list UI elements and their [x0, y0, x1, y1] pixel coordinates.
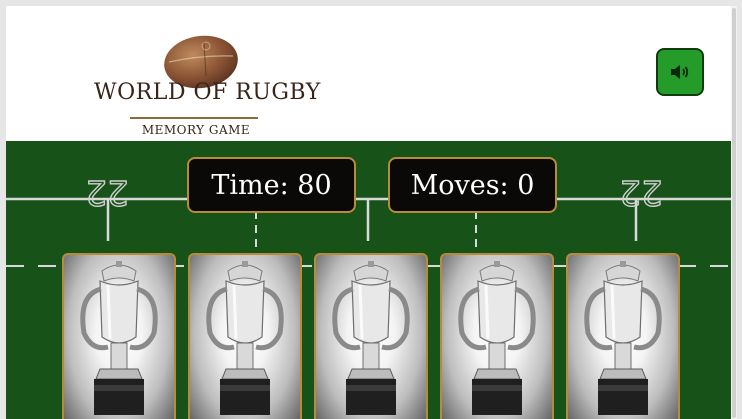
- memory-card[interactable]: [62, 253, 176, 419]
- sound-toggle-button[interactable]: [656, 48, 704, 96]
- memory-card[interactable]: [566, 253, 680, 419]
- header: WORLD OF RUGBY MEMORY GAME: [6, 6, 737, 141]
- trophy-icon: [206, 261, 284, 415]
- memory-card[interactable]: [188, 253, 302, 419]
- volume-icon: [671, 65, 689, 79]
- scrollbar[interactable]: [731, 6, 737, 419]
- moves-counter: Moves: 0: [388, 157, 557, 213]
- trophy-icon: [332, 261, 410, 415]
- field-marking-right: 22: [619, 172, 662, 212]
- field-marking-left: 22: [85, 172, 128, 212]
- logo-subtitle: MEMORY GAME: [141, 123, 251, 137]
- logo-divider: [130, 117, 258, 119]
- memory-card[interactable]: [440, 253, 554, 419]
- memory-card[interactable]: [314, 253, 428, 419]
- trophy-icon: [584, 261, 662, 415]
- timer-display: Time: 80: [187, 157, 356, 213]
- logo: WORLD OF RUGBY MEMORY GAME: [94, 22, 321, 140]
- scrollbar-thumb[interactable]: [732, 8, 736, 418]
- trophy-icon: [458, 261, 536, 415]
- game-board: 22 22 Time: 80 Moves: 0: [6, 141, 737, 419]
- trophy-icon: [80, 261, 158, 415]
- page-frame: WORLD OF RUGBY MEMORY GAME 22 22 Time: 8…: [6, 6, 737, 419]
- logo-title: WORLD OF RUGBY: [94, 80, 321, 105]
